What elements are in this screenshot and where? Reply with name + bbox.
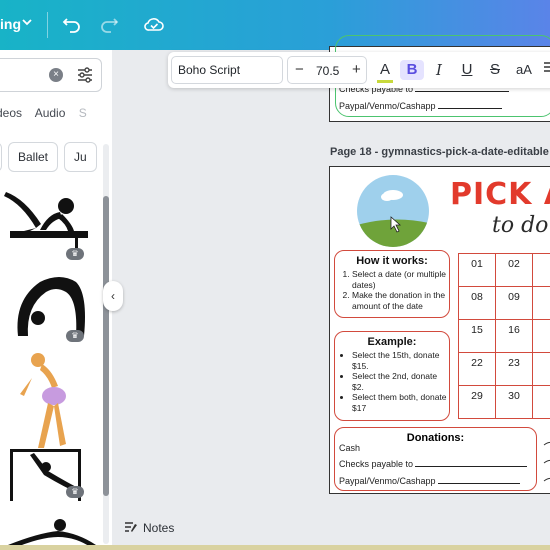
search-input[interactable]: × bbox=[0, 58, 102, 92]
landscape-image[interactable] bbox=[357, 175, 429, 247]
date-cell[interactable] bbox=[532, 319, 550, 353]
example-item: Select the 15th, donate $15. bbox=[352, 350, 449, 371]
file-menu-label[interactable]: ing bbox=[0, 16, 21, 32]
paypal-line: Paypal/Venmo/Cashapp bbox=[339, 101, 502, 111]
example-item: Select them both, donate $17 bbox=[352, 392, 449, 413]
chevron-down-icon[interactable] bbox=[21, 16, 33, 31]
paypal-line: Paypal/Venmo/Cashapp bbox=[339, 476, 520, 486]
color-swatch-bar bbox=[377, 80, 393, 83]
tab-audio[interactable]: Audio bbox=[35, 106, 66, 120]
letter-case-button[interactable]: aA bbox=[512, 60, 536, 80]
text-color-button[interactable]: A bbox=[376, 60, 394, 83]
checks-line: Checks payable to bbox=[339, 459, 528, 469]
heading-pick-a-date[interactable]: PICK A bbox=[450, 177, 550, 212]
gymnast-beam-graphic[interactable] bbox=[0, 184, 100, 264]
date-cell[interactable]: 01 bbox=[458, 253, 496, 287]
page-18-canvas[interactable]: PICK A to do How it works: Select a date… bbox=[329, 166, 550, 494]
how-it-works-box[interactable]: How it works: Select a date (or multiple… bbox=[334, 250, 450, 318]
bottom-strip bbox=[0, 545, 550, 550]
strikethrough-button[interactable]: S bbox=[486, 60, 504, 80]
clear-search-icon[interactable]: × bbox=[49, 68, 63, 82]
underline-button[interactable]: U bbox=[458, 60, 476, 80]
cloud-check-icon[interactable] bbox=[143, 13, 165, 35]
tab-videos[interactable]: deos bbox=[0, 106, 22, 120]
date-cell[interactable]: 02 bbox=[495, 253, 533, 287]
date-cell[interactable] bbox=[532, 253, 550, 287]
how-it-works-step: Select a date (or multiple dates) bbox=[352, 269, 449, 290]
undo-icon[interactable] bbox=[61, 13, 83, 35]
date-cell[interactable]: 08 bbox=[458, 286, 496, 320]
decrease-size-button[interactable]: − bbox=[295, 61, 304, 78]
date-cell[interactable] bbox=[532, 352, 550, 386]
date-cell[interactable] bbox=[532, 385, 550, 419]
toolbar-divider bbox=[47, 12, 48, 38]
premium-crown-icon: ♛ bbox=[66, 248, 84, 260]
date-cell[interactable]: 22 bbox=[458, 352, 496, 386]
date-cell[interactable]: 16 bbox=[495, 319, 533, 353]
bold-button[interactable]: B bbox=[400, 60, 424, 80]
date-grid: 01 02 08 09 15 16 22 23 29 30 bbox=[458, 253, 550, 419]
scrollbar-thumb[interactable] bbox=[103, 196, 109, 496]
date-cell[interactable]: 30 bbox=[495, 385, 533, 419]
date-cell[interactable]: 23 bbox=[495, 352, 533, 386]
collapse-panel-button[interactable]: ‹ bbox=[103, 281, 123, 311]
filter-icon[interactable] bbox=[76, 66, 94, 84]
decorative-swirl-icon bbox=[543, 441, 550, 482]
notes-icon bbox=[125, 522, 137, 532]
date-cell[interactable] bbox=[532, 286, 550, 320]
font-size-value[interactable]: 70.5 bbox=[316, 64, 339, 78]
page-title: Page 18 - gymnastics-pick-a-date-editabl… bbox=[330, 146, 549, 158]
elements-side-panel: × deos Audio S Ballet Ju ♛ ♛ bbox=[0, 50, 112, 550]
cash-line: Cash bbox=[339, 443, 361, 453]
example-box[interactable]: Example: Select the 15th, donate $15. Se… bbox=[334, 331, 450, 421]
chip-ballet[interactable]: Ballet bbox=[8, 142, 59, 172]
chip-partial[interactable] bbox=[0, 142, 2, 172]
category-tabs: deos Audio S bbox=[0, 106, 97, 120]
font-family-select[interactable]: Boho Script bbox=[171, 56, 283, 84]
notes-label: Notes bbox=[143, 521, 175, 535]
date-cell[interactable]: 15 bbox=[458, 319, 496, 353]
example-title: Example: bbox=[367, 336, 417, 348]
chip-jump[interactable]: Ju bbox=[64, 142, 97, 172]
list-icon[interactable] bbox=[542, 60, 550, 80]
date-cell[interactable]: 29 bbox=[458, 385, 496, 419]
notes-button[interactable]: Notes bbox=[124, 520, 174, 535]
example-item: Select the 2nd, donate $2. bbox=[352, 371, 449, 392]
premium-crown-icon: ♛ bbox=[66, 486, 84, 498]
date-cell[interactable]: 09 bbox=[495, 286, 533, 320]
tab-more[interactable]: S bbox=[79, 106, 87, 120]
text-color-icon: A bbox=[379, 61, 390, 78]
how-it-works-title: How it works: bbox=[356, 255, 428, 267]
text-format-toolbar: Boho Script − 70.5 + A B I U S aA bbox=[168, 52, 550, 88]
subheading-to-donate[interactable]: to do bbox=[492, 213, 548, 238]
increase-size-button[interactable]: + bbox=[352, 61, 361, 78]
italic-button[interactable]: I bbox=[430, 60, 448, 80]
donations-title: Donations: bbox=[406, 432, 465, 444]
donations-box[interactable]: Donations: Cash Checks payable to Paypal… bbox=[334, 427, 537, 491]
font-size-stepper: − 70.5 + bbox=[287, 56, 367, 84]
how-it-works-step: Make the donation in the amount of the d… bbox=[352, 290, 449, 311]
redo-icon[interactable] bbox=[98, 13, 120, 35]
premium-crown-icon: ♛ bbox=[66, 330, 84, 342]
